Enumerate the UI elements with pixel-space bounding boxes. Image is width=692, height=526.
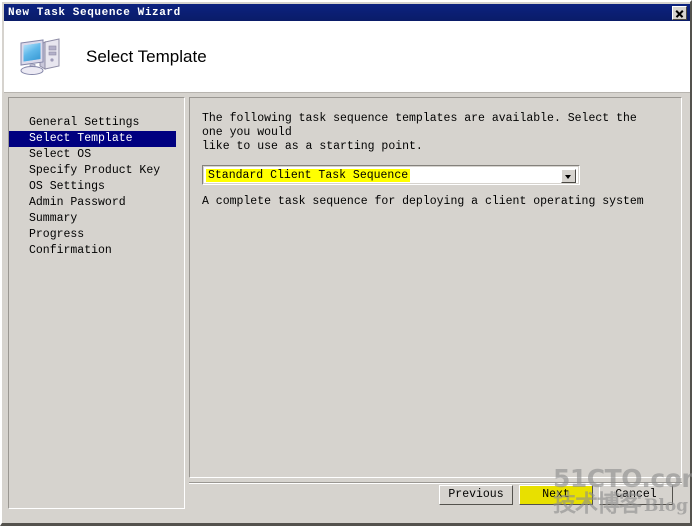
template-select[interactable]: Standard Client Task Sequence (202, 165, 580, 185)
button-row: Previous Next Cancel (189, 485, 682, 509)
close-icon[interactable] (672, 5, 687, 20)
sidebar-item-os-settings[interactable]: OS Settings (9, 179, 184, 195)
wizard-step-list: General Settings Select Template Select … (8, 97, 185, 509)
wizard-window: New Task Sequence Wizard Select Template… (0, 0, 692, 526)
sidebar-item-summary[interactable]: Summary (9, 211, 184, 227)
previous-button[interactable]: Previous (439, 485, 513, 505)
window-titlebar: New Task Sequence Wizard (4, 4, 690, 21)
template-description: A complete task sequence for deploying a… (202, 195, 644, 208)
window-title: New Task Sequence Wizard (8, 6, 181, 19)
template-select-field[interactable]: Standard Client Task Sequence (203, 166, 579, 184)
page-title: Select Template (86, 46, 207, 66)
sidebar-item-general-settings[interactable]: General Settings (9, 115, 184, 131)
wizard-body: General Settings Select Template Select … (4, 93, 690, 523)
sidebar-item-progress[interactable]: Progress (9, 227, 184, 243)
screenshot-root: New Task Sequence Wizard Select Template… (0, 0, 692, 526)
sidebar-item-select-os[interactable]: Select OS (9, 147, 184, 163)
main-content-panel: The following task sequence templates ar… (189, 97, 682, 478)
sidebar-item-specify-product-key[interactable]: Specify Product Key (9, 163, 184, 179)
sidebar-item-admin-password[interactable]: Admin Password (9, 195, 184, 211)
next-button[interactable]: Next (519, 485, 593, 505)
wizard-header: Select Template (4, 21, 690, 93)
sidebar-item-select-template[interactable]: Select Template (9, 131, 176, 147)
footer-divider (189, 482, 682, 484)
sidebar-item-confirmation[interactable]: Confirmation (9, 243, 184, 259)
template-select-value: Standard Client Task Sequence (206, 169, 411, 182)
chevron-down-icon[interactable] (561, 169, 576, 183)
instruction-text: The following task sequence templates ar… (202, 112, 637, 153)
footer-panel: Previous Next Cancel (189, 485, 682, 509)
my-computer-icon (18, 36, 64, 78)
cancel-button[interactable]: Cancel (599, 485, 673, 505)
